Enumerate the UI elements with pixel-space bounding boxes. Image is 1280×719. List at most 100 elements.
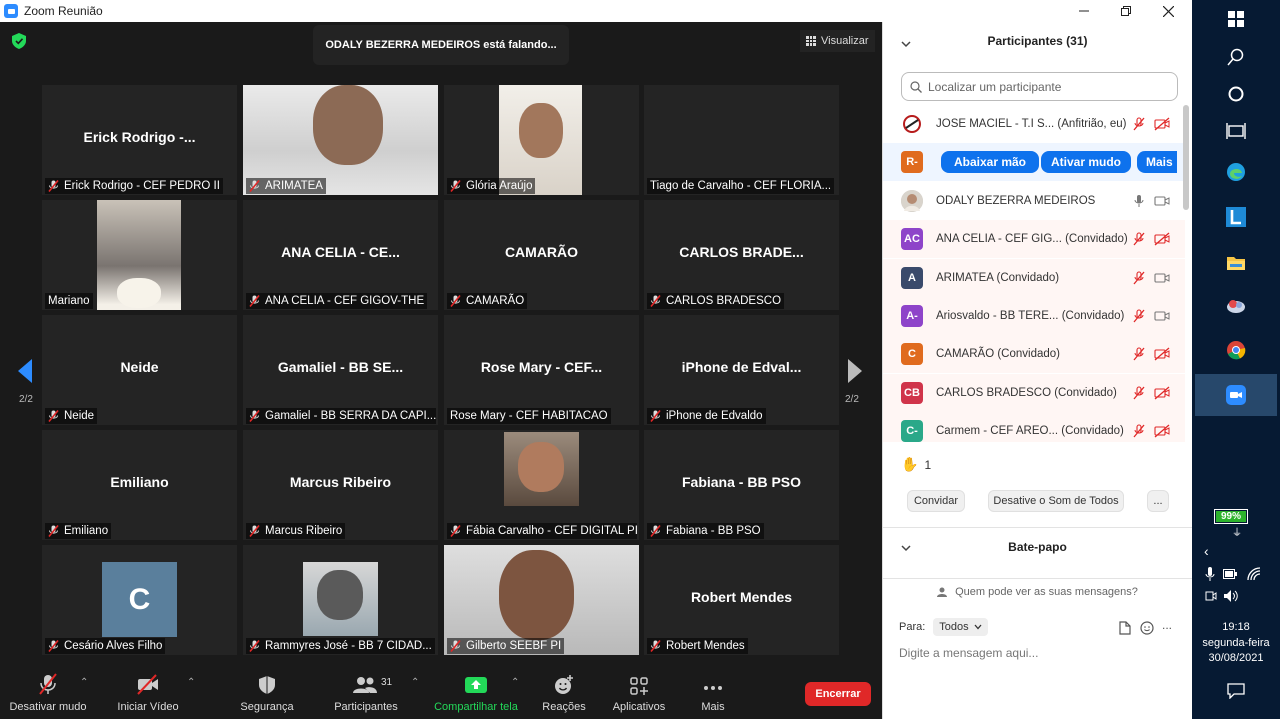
battery-tray-icon[interactable]: [1223, 569, 1237, 579]
participant-video-tile[interactable]: Glória Araújo: [444, 85, 639, 195]
participant-row[interactable]: A- Ariosvaldo - BB TERE... (Convidado): [883, 297, 1185, 335]
mute-all-button[interactable]: Desative o Som de Todos: [988, 490, 1124, 512]
view-button[interactable]: Visualizar: [800, 30, 875, 52]
file-icon[interactable]: [1119, 621, 1131, 635]
chat-recipient-select[interactable]: Todos: [933, 618, 988, 636]
video-off-icon[interactable]: [1154, 386, 1170, 400]
muted-mic-icon[interactable]: [1132, 386, 1146, 400]
task-view-icon[interactable]: [1226, 121, 1246, 141]
restore-button[interactable]: [1104, 0, 1148, 22]
end-meeting-button[interactable]: Encerrar: [805, 682, 871, 706]
video-on-icon[interactable]: [1154, 309, 1170, 323]
share-screen-button[interactable]: Compartilhar tela: [430, 665, 522, 719]
muted-mic-icon[interactable]: [1132, 271, 1146, 285]
participant-video-tile[interactable]: Rammyres José - BB 7 CIDAD...: [243, 545, 438, 655]
panel-more-button[interactable]: ...: [1147, 490, 1169, 512]
volume-icon[interactable]: [1223, 589, 1239, 603]
participant-video-tile[interactable]: ANA CELIA - CE... ANA CELIA - CEF GIGOV-T…: [243, 200, 438, 310]
participant-video-tile[interactable]: Robert Mendes Robert Mendes: [644, 545, 839, 655]
notifications-icon[interactable]: [1227, 683, 1245, 699]
edge-browser-icon[interactable]: [1226, 162, 1246, 182]
apps-button[interactable]: Aplicativos: [606, 665, 672, 719]
participant-video-tile[interactable]: C Cesário Alves Filho: [42, 545, 237, 655]
participant-video-tile[interactable]: CAMARÃO CAMARÃO: [444, 200, 639, 310]
video-off-icon[interactable]: [1154, 424, 1170, 438]
participant-video-tile[interactable]: Gilberto SEEBF PI: [444, 545, 639, 655]
chat-visibility-info[interactable]: Quem pode ver as suas mensagens?: [883, 586, 1192, 598]
start-video-button[interactable]: Iniciar Vídeo: [112, 665, 184, 719]
video-off-icon[interactable]: [1154, 232, 1170, 246]
muted-mic-icon[interactable]: [1132, 232, 1146, 246]
participant-video-tile[interactable]: Mariano: [42, 200, 237, 310]
participant-video-tile[interactable]: iPhone de Edval... iPhone de Edvaldo: [644, 315, 839, 425]
participant-row[interactable]: CB CARLOS BRADESCO (Convidado): [883, 373, 1185, 412]
chrome-icon[interactable]: [1226, 340, 1246, 360]
participant-video-tile[interactable]: Fábia Carvalho - CEF DIGITAL PI: [444, 430, 639, 540]
participant-more-button[interactable]: Mais: [1137, 151, 1177, 174]
lower-hand-button[interactable]: Abaixar mão: [941, 151, 1039, 174]
participant-video-tile[interactable]: ARIMATEA: [243, 85, 438, 195]
more-button[interactable]: Mais: [690, 665, 736, 719]
muted-mic-icon[interactable]: [1132, 424, 1146, 438]
muted-mic-icon[interactable]: [1132, 309, 1146, 323]
participant-search-input[interactable]: Localizar um participante: [901, 72, 1178, 101]
meet-now-icon[interactable]: [1205, 589, 1217, 603]
windows-start-icon[interactable]: [1226, 9, 1246, 29]
participant-row[interactable]: C- Carmem - CEF AREO... (Convidado): [883, 412, 1185, 442]
chevron-left-icon[interactable]: ‹: [1204, 543, 1209, 559]
apps-icon: [630, 677, 648, 695]
video-off-icon[interactable]: [1154, 117, 1170, 131]
participant-video-tile[interactable]: Emiliano Emiliano: [42, 430, 237, 540]
participants-options-caret[interactable]: ⌃: [411, 677, 419, 688]
muted-mic-icon[interactable]: [1132, 117, 1146, 131]
wifi-icon[interactable]: [1247, 567, 1261, 581]
participant-video-tile[interactable]: Tiago de Carvalho - CEF FLORIA...: [644, 85, 839, 195]
ask-to-unmute-button[interactable]: Ativar mudo: [1041, 151, 1131, 174]
participant-video-tile[interactable]: CARLOS BRADE... CARLOS BRADESCO: [644, 200, 839, 310]
microphone-icon[interactable]: [1205, 567, 1215, 581]
app-cloud-icon[interactable]: [1226, 296, 1246, 316]
participants-button[interactable]: Participantes: [328, 665, 404, 719]
prev-page-arrow-icon[interactable]: [18, 343, 32, 399]
muted-mic-icon[interactable]: [1132, 347, 1146, 361]
close-button[interactable]: [1146, 0, 1190, 22]
participant-video-tile[interactable]: Erick Rodrigo -... Erick Rodrigo - CEF PE…: [42, 85, 237, 195]
participant-list-scrollbar[interactable]: [1183, 105, 1189, 210]
reactions-button[interactable]: Reações: [538, 665, 590, 719]
minimize-button[interactable]: [1062, 0, 1106, 22]
emoji-icon[interactable]: [1140, 621, 1154, 635]
video-on-icon[interactable]: [1154, 271, 1170, 285]
security-shield-icon[interactable]: [12, 33, 26, 49]
video-off-icon[interactable]: [1154, 347, 1170, 361]
battery-indicator[interactable]: 99%: [1214, 509, 1248, 524]
chat-more-button[interactable]: ...: [1162, 618, 1172, 632]
next-page-arrow-icon[interactable]: [848, 343, 862, 399]
share-options-caret[interactable]: ⌃: [511, 677, 519, 688]
zoom-taskbar-item[interactable]: [1195, 374, 1277, 416]
unmute-button[interactable]: Desativar mudo: [8, 665, 88, 719]
cortana-icon[interactable]: [1226, 84, 1246, 104]
app-l-icon[interactable]: [1226, 207, 1246, 227]
participant-row[interactable]: C CAMARÃO (Convidado): [883, 335, 1185, 374]
participant-row[interactable]: AC ANA CELIA - CEF GIG... (Convidado): [883, 220, 1185, 259]
file-explorer-icon[interactable]: [1226, 253, 1246, 273]
video-on-icon[interactable]: [1154, 194, 1170, 208]
participant-row[interactable]: JOSE MACIEL - T.I S... (Anfitrião, eu): [883, 105, 1185, 143]
invite-button[interactable]: Convidar: [907, 490, 965, 512]
participant-row[interactable]: R- Abaixar mão Ativar mudo Mais: [883, 143, 1185, 182]
participant-video-tile[interactable]: Rose Mary - CEF... Rose Mary - CEF HABITA…: [444, 315, 639, 425]
participant-video-tile[interactable]: Fabiana - BB PSO Fabiana - BB PSO: [644, 430, 839, 540]
muted-mic-icon: [650, 525, 661, 537]
participant-video-tile[interactable]: Neide Neide: [42, 315, 237, 425]
participant-video-tile[interactable]: Marcus Ribeiro Marcus Ribeiro: [243, 430, 438, 540]
chat-message-input[interactable]: Digite a mensagem aqui...: [899, 646, 1038, 660]
mic-on-icon[interactable]: [1132, 194, 1146, 208]
search-icon[interactable]: [1226, 47, 1246, 67]
clock-time[interactable]: 19:18: [1192, 621, 1280, 634]
security-button[interactable]: Segurança: [232, 665, 302, 719]
audio-options-caret[interactable]: ⌃: [80, 677, 88, 688]
video-options-caret[interactable]: ⌃: [187, 677, 195, 688]
participant-video-tile[interactable]: Gamaliel - BB SE... Gamaliel - BB SERRA D…: [243, 315, 438, 425]
participant-row[interactable]: ODALY BEZERRA MEDEIROS: [883, 182, 1185, 220]
participant-row[interactable]: A ARIMATEA (Convidado): [883, 258, 1185, 297]
